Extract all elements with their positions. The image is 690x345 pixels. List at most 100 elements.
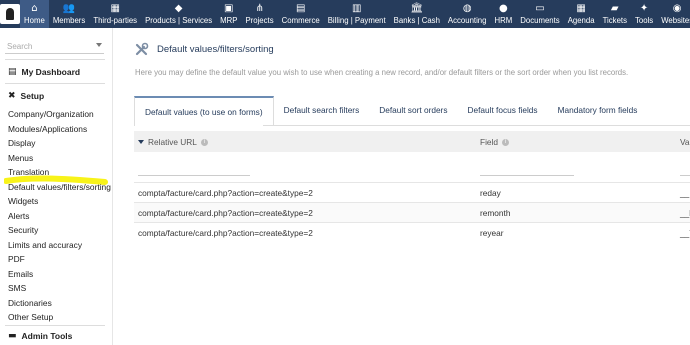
top-nav-bar: ⌂ Home 👥 Members ▦ Third-parties ◆ Products | S…	[0, 0, 690, 28]
bank-icon: 🏛	[410, 3, 424, 14]
sidebar-item-menus[interactable]: Menus	[8, 151, 111, 166]
sidebar-dashboard[interactable]: ▤ My Dashboard	[8, 67, 80, 77]
sidebar-item-widgets[interactable]: Widgets	[8, 194, 111, 209]
nav-item-documents[interactable]: ▭ Documents	[516, 0, 563, 28]
nav-label: Agenda	[567, 16, 595, 25]
admin-tools-label: Admin Tools	[21, 331, 73, 341]
nav-item-accounting[interactable]: ◍ Accounting	[444, 0, 491, 28]
info-icon[interactable]: i	[200, 138, 208, 146]
url-filter-input[interactable]	[138, 175, 250, 176]
left-sidebar: Search ▤ My Dashboard ✖ Setup Company/Or…	[0, 28, 113, 345]
column-header-field[interactable]: Field i	[480, 137, 509, 147]
cell-field: reday	[480, 188, 501, 198]
nav-label: Documents	[520, 16, 560, 25]
sidebar-item-translation[interactable]: Translation	[8, 165, 111, 180]
column-header-value[interactable]: Val	[680, 137, 690, 147]
app-logo[interactable]	[0, 0, 20, 28]
calendar-icon: ▦	[576, 3, 586, 14]
page-description: Here you may define the default value yo…	[135, 68, 629, 77]
nav-label: Home	[24, 16, 45, 25]
sidebar-item-pdf[interactable]: PDF	[8, 252, 111, 267]
nav-item-billing-payment[interactable]: ▥ Billing | Payment	[324, 0, 390, 28]
nav-label: Tickets	[602, 16, 627, 25]
tab-bar: Default values (to use on forms) Default …	[134, 96, 647, 126]
nav-item-commerce[interactable]: ▤ Commerce	[278, 0, 324, 28]
nav-label: Third-parties	[93, 16, 138, 25]
info-icon[interactable]: i	[501, 138, 509, 146]
invoice-icon: ▥	[351, 3, 362, 14]
defaults-table: Relative URL i Field i Val compta/factur…	[134, 131, 690, 242]
nav-label: Projects	[245, 16, 274, 25]
sidebar-item-display[interactable]: Display	[8, 136, 111, 151]
nav-item-tools[interactable]: ✦ Tools	[631, 0, 657, 28]
column-header-relative-url[interactable]: Relative URL i	[138, 137, 208, 147]
home-icon: ⌂	[31, 3, 38, 14]
search-placeholder: Search	[7, 42, 33, 51]
table-row[interactable]: compta/facture/card.php?action=create&ty…	[134, 202, 690, 222]
sitemap-icon: ⋔	[255, 3, 264, 14]
nav-item-tickets[interactable]: ▰ Tickets	[599, 0, 631, 28]
wrench-icon: ✦	[639, 3, 649, 14]
sidebar-item-default-values-filters-sorting[interactable]: Default values/filters/sorting	[8, 180, 111, 195]
field-filter-input[interactable]	[480, 175, 574, 176]
nav-label: Banks | Cash	[393, 16, 440, 25]
cell-field: reyear	[480, 228, 504, 238]
main-content: Default values/filters/sorting Here you …	[113, 28, 690, 345]
nav-item-mrp[interactable]: ▣ MRP	[216, 0, 241, 28]
page-header: Default values/filters/sorting	[135, 42, 274, 56]
members-icon: 👥	[62, 3, 76, 14]
tab-default-focus-fields[interactable]: Default focus fields	[457, 96, 547, 126]
sidebar-admin-tools[interactable]: ▬ Admin Tools	[8, 331, 72, 341]
divider	[5, 59, 105, 60]
nav-item-projects[interactable]: ⋔ Projects	[241, 0, 277, 28]
sidebar-item-alerts[interactable]: Alerts	[8, 209, 111, 224]
nav-item-websites[interactable]: ◉ Websites	[657, 0, 690, 28]
nav-item-home[interactable]: ⌂ Home	[20, 0, 49, 28]
page-title: Default values/filters/sorting	[157, 43, 274, 55]
nav-item-hrm[interactable]: ● HRM	[490, 0, 516, 28]
tab-mandatory-form-fields[interactable]: Mandatory form fields	[548, 96, 648, 126]
wrench-icon: ✖	[8, 91, 16, 101]
cell-value: __l	[680, 208, 690, 218]
user-tie-icon: ●	[499, 3, 508, 14]
globe-icon: ◉	[672, 3, 682, 14]
tab-default-values-to-use-on-forms[interactable]: Default values (to use on forms)	[134, 96, 274, 126]
nav-item-products-services[interactable]: ◆ Products | Services	[141, 0, 216, 28]
nav-label: HRM	[494, 16, 513, 25]
sidebar-item-security[interactable]: Security	[8, 223, 111, 238]
cube-icon: ◆	[174, 3, 183, 14]
sidebar-item-company-organization[interactable]: Company/Organization	[8, 107, 111, 122]
value-filter-input[interactable]	[680, 175, 690, 176]
sidebar-item-dictionaries[interactable]: Dictionaries	[8, 296, 111, 311]
table-row[interactable]: compta/facture/card.php?action=create&ty…	[134, 182, 690, 202]
sidebar-setup[interactable]: ✖ Setup	[8, 91, 44, 101]
suitcase-icon: ▤	[295, 3, 306, 14]
dashboard-label: My Dashboard	[21, 67, 81, 77]
sidebar-item-sms[interactable]: SMS	[8, 281, 111, 296]
sidebar-item-other-setup[interactable]: Other Setup	[8, 310, 111, 325]
tab-default-sort-orders[interactable]: Default sort orders	[369, 96, 457, 126]
nav-item-agenda[interactable]: ▦ Agenda	[564, 0, 599, 28]
nav-label: Members	[52, 16, 86, 25]
table-row[interactable]: compta/facture/card.php?action=create&ty…	[134, 222, 690, 242]
nav-item-third-parties[interactable]: ▦ Third-parties	[89, 0, 141, 28]
nav-label: Billing | Payment	[327, 16, 386, 25]
table-header: Relative URL i Field i Val	[134, 131, 690, 152]
tab-default-search-filters[interactable]: Default search filters	[274, 96, 370, 126]
search-select[interactable]: Search	[5, 40, 104, 54]
sidebar-item-emails[interactable]: Emails	[8, 267, 111, 282]
nav-label: Commerce	[281, 16, 320, 25]
folder-icon: ▭	[535, 3, 545, 14]
setup-menu-list: Company/Organization Modules/Applications…	[8, 107, 111, 325]
chart-icon: ▤	[8, 67, 17, 77]
tab-underline	[263, 125, 690, 126]
cell-url: compta/facture/card.php?action=create&ty…	[138, 188, 313, 198]
nav-item-members[interactable]: 👥 Members	[49, 0, 90, 28]
filter-row	[134, 152, 690, 182]
sidebar-item-limits-and-accuracy[interactable]: Limits and accuracy	[8, 238, 111, 253]
nav-item-banks-cash[interactable]: 🏛 Banks | Cash	[390, 0, 444, 28]
building-icon: ▦	[110, 3, 120, 14]
sidebar-item-modules-applications[interactable]: Modules/Applications	[8, 122, 111, 137]
nav-label: Tools	[634, 16, 654, 25]
cell-url: compta/facture/card.php?action=create&ty…	[138, 228, 313, 238]
